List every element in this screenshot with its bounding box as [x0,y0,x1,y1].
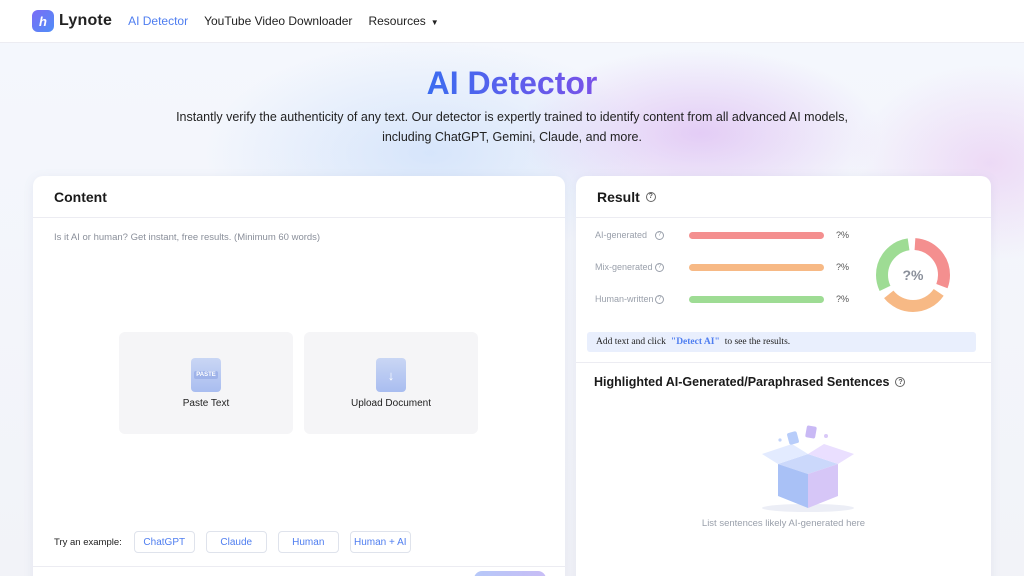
human-written-label: Human-written [595,294,654,304]
paste-icon-tag: PASTE [194,371,218,379]
ai-generated-row: AI-generated ? ?% [595,230,849,240]
top-navbar: h Lynote AI Detector YouTube Video Downl… [0,0,1024,43]
paste-text-label: Paste Text [182,398,230,409]
upload-document-button[interactable]: ↓ Upload Document [304,332,478,434]
divider [33,566,565,567]
content-text-input[interactable]: Is it AI or human? Get instant, free res… [54,232,320,243]
examples-row: Try an example: ChatGPT Claude Human Hum… [54,531,422,553]
paste-text-button[interactable]: PASTE Paste Text [119,332,293,434]
divider [576,362,991,363]
nav-ai-detector[interactable]: AI Detector [128,14,188,28]
human-written-row: Human-written ? ?% [595,294,849,304]
donut-center-value: ?% [902,267,924,283]
example-human-ai-button[interactable]: Human + AI [349,531,411,553]
example-claude-button[interactable]: Claude [205,531,267,553]
mix-generated-label: Mix-generated [595,262,653,272]
brand-name: Lynote [59,12,113,29]
content-panel: Content Is it AI or human? Get instant, … [33,176,565,576]
page-subtitle: Instantly verify the authenticity of any… [176,110,848,144]
ai-generated-label: AI-generated [595,230,648,240]
caret-down-icon: ▼ [430,18,439,27]
page-title: AI Detector [0,65,1024,102]
paste-document-icon: PASTE [191,358,221,392]
mix-generated-value: ?% [836,262,850,272]
ai-generated-bar [689,231,824,239]
hint-text-before: Add text and click [596,337,666,347]
human-written-bar [689,295,824,303]
hint-keyword: "Detect AI" [670,337,720,347]
empty-box-illustration-icon [762,425,854,512]
highlighted-sentences-header: Highlighted AI-Generated/Paraphrased Sen… [594,375,906,389]
mix-generated-bar [689,263,824,271]
upload-document-label: Upload Document [350,398,432,409]
mix-generated-row: Mix-generated ? ?% [595,262,849,272]
upload-document-icon: ↓ [376,358,406,392]
help-icon[interactable]: ? [655,294,664,304]
example-human-button[interactable]: Human [277,531,339,553]
ai-generated-value: ?% [836,230,850,240]
result-panel-header: Result ? [576,176,991,218]
nav-resources[interactable]: Resources ▼ [368,14,438,28]
highlighted-sentences-title: Highlighted AI-Generated/Paraphrased Sen… [594,375,890,389]
nav-youtube-downloader[interactable]: YouTube Video Downloader [204,14,352,28]
empty-state-text: List sentences likely AI-generated here [701,518,866,529]
page-title-text: AI Detector [426,65,598,101]
brand-logo[interactable]: h Lynote [32,10,112,32]
result-hint: Add text and click "Detect AI" to see th… [587,332,976,352]
result-panel-title: Result [597,188,640,205]
examples-label: Try an example: [54,536,122,548]
help-icon[interactable]: ? [655,262,664,272]
human-written-value: ?% [836,294,850,304]
content-panel-title: Content [33,176,565,218]
help-icon[interactable]: ? [895,377,906,387]
hint-text-after: to see the results. [724,337,791,347]
example-chatgpt-button[interactable]: ChatGPT [133,531,195,553]
result-panel: Result ? AI-generated ? ?% Mix-generated… [576,176,991,576]
detect-ai-button[interactable] [474,571,546,576]
lynote-logo-icon: h [32,10,54,32]
help-icon[interactable]: ? [645,191,656,202]
nav-resources-label: Resources [368,14,426,28]
help-icon[interactable]: ? [655,230,664,240]
